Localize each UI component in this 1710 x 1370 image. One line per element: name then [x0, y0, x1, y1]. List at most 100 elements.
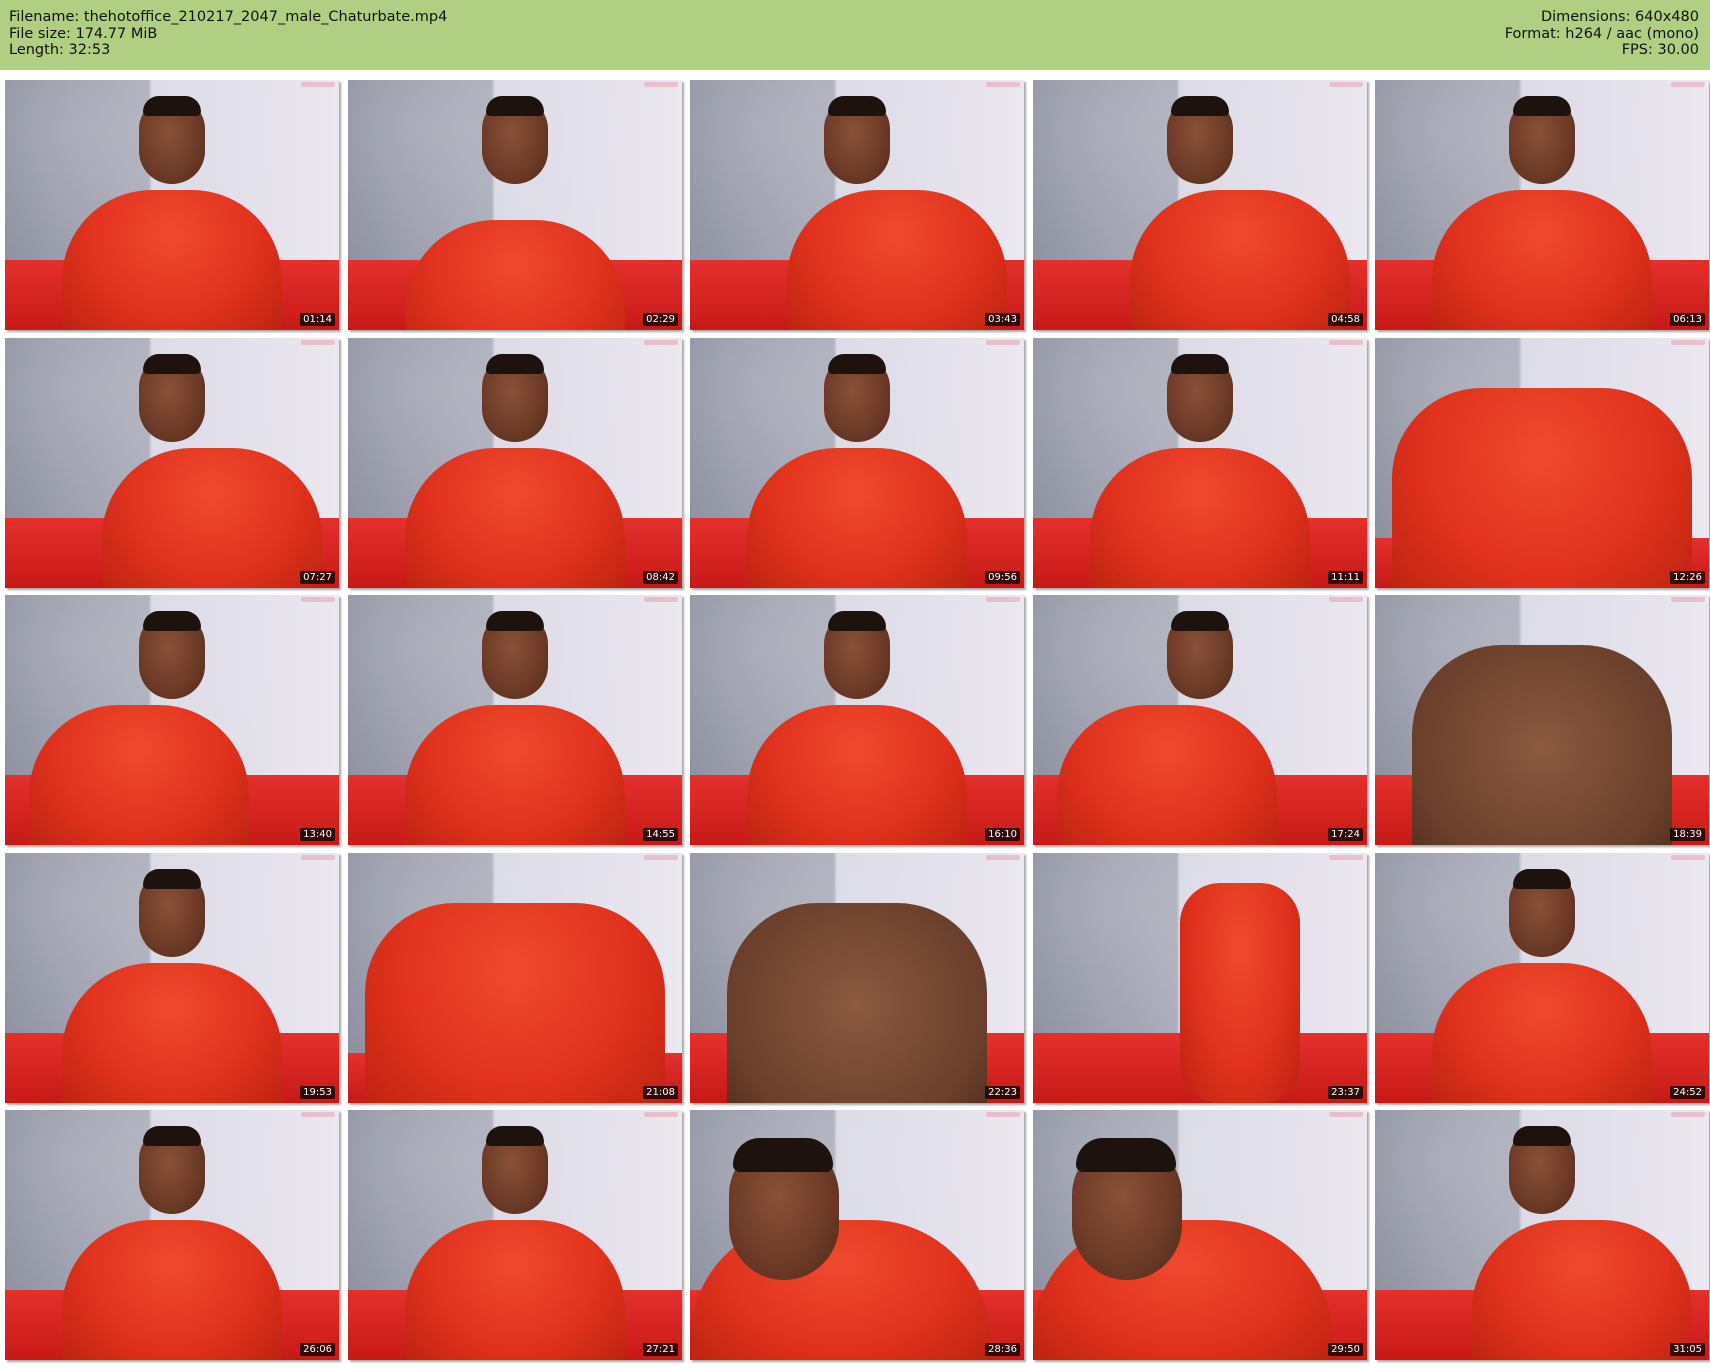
video-thumbnail[interactable]: 27:21 — [348, 1110, 682, 1360]
hair — [143, 611, 201, 631]
file-info: Filename: thehotoffice_210217_2047_male_… — [9, 9, 447, 59]
filesize-line: File size: 174.77 MiB — [9, 25, 158, 42]
watermark-logo — [1329, 82, 1363, 87]
thumbnail-timestamp: 11:11 — [1328, 571, 1363, 584]
video-thumbnail[interactable]: 08:42 — [348, 338, 682, 588]
hair — [143, 354, 201, 374]
person-torso — [1130, 190, 1351, 330]
thumbnail-timestamp: 04:58 — [1328, 313, 1363, 326]
video-thumbnail[interactable]: 19:53 — [5, 853, 339, 1103]
person-torso — [1056, 705, 1277, 845]
hair — [1075, 1138, 1176, 1172]
video-thumbnail[interactable]: 24:52 — [1375, 853, 1709, 1103]
watermark-logo — [1671, 855, 1705, 860]
person-head — [139, 1126, 205, 1214]
person-head — [824, 354, 890, 442]
person-head — [482, 1126, 548, 1214]
thumbnail-timestamp: 16:10 — [985, 828, 1020, 841]
video-thumbnail[interactable]: 16:10 — [690, 595, 1024, 845]
thumbnail-timestamp: 08:42 — [643, 571, 678, 584]
watermark-logo — [301, 340, 335, 345]
video-thumbnail[interactable]: 22:23 — [690, 853, 1024, 1103]
video-thumbnail[interactable]: 13:40 — [5, 595, 339, 845]
hair — [143, 1126, 201, 1146]
hair — [486, 96, 544, 116]
hair — [1171, 611, 1229, 631]
person-head — [139, 354, 205, 442]
thumbnail-timestamp: 06:13 — [1670, 313, 1705, 326]
hair — [1171, 354, 1229, 374]
person-torso — [747, 705, 967, 845]
video-thumbnail[interactable]: 18:39 — [1375, 595, 1709, 845]
watermark-logo — [301, 597, 335, 602]
video-thumbnail[interactable]: 02:29 — [348, 80, 682, 330]
watermark-logo — [1671, 340, 1705, 345]
watermark-logo — [986, 855, 1020, 860]
person-head — [1509, 869, 1575, 957]
video-thumbnail[interactable]: 11:11 — [1033, 338, 1367, 588]
video-thumbnail[interactable]: 06:13 — [1375, 80, 1709, 330]
length-line: Length: 32:53 — [9, 42, 111, 58]
person-head — [824, 611, 890, 699]
video-info: Dimensions: 640x480 Format: h264 / aac (… — [1505, 9, 1699, 59]
video-thumbnail[interactable]: 09:56 — [690, 338, 1024, 588]
thumbnail-timestamp: 21:08 — [643, 1086, 678, 1099]
video-thumbnail[interactable]: 29:50 — [1033, 1110, 1367, 1360]
video-thumbnail[interactable]: 28:36 — [690, 1110, 1024, 1360]
watermark-logo — [1329, 1112, 1363, 1117]
watermark-logo — [644, 1112, 678, 1117]
video-thumbnail[interactable]: 17:24 — [1033, 595, 1367, 845]
person-head — [482, 96, 548, 184]
person-head — [482, 611, 548, 699]
info-header: Filename: thehotoffice_210217_2047_male_… — [0, 0, 1710, 70]
watermark-logo — [986, 82, 1020, 87]
person-head — [482, 354, 548, 442]
watermark-logo — [1329, 340, 1363, 345]
thumbnail-timestamp: 12:26 — [1670, 571, 1705, 584]
video-thumbnail[interactable]: 14:55 — [348, 595, 682, 845]
thumbnail-timestamp: 19:53 — [300, 1086, 335, 1099]
watermark-logo — [1671, 597, 1705, 602]
video-thumbnail[interactable]: 03:43 — [690, 80, 1024, 330]
person-torso — [405, 448, 625, 588]
hair — [143, 869, 201, 889]
watermark-logo — [1329, 597, 1363, 602]
video-thumbnail[interactable]: 07:27 — [5, 338, 339, 588]
watermark-logo — [986, 340, 1020, 345]
hair — [486, 611, 544, 631]
thumbnail-timestamp: 27:21 — [643, 1343, 678, 1356]
watermark-logo — [301, 1112, 335, 1117]
watermark-logo — [644, 597, 678, 602]
thumbnail-timestamp: 03:43 — [985, 313, 1020, 326]
watermark-logo — [986, 597, 1020, 602]
person-head — [1167, 354, 1233, 442]
person-head — [1071, 1138, 1182, 1280]
person-torso — [28, 705, 249, 845]
thumbnail-timestamp: 07:27 — [300, 571, 335, 584]
video-thumbnail[interactable]: 26:06 — [5, 1110, 339, 1360]
thumbnail-timestamp: 29:50 — [1328, 1343, 1363, 1356]
thumbnail-timestamp: 13:40 — [300, 828, 335, 841]
hair — [1513, 96, 1571, 116]
person-torso — [1090, 448, 1310, 588]
video-thumbnail[interactable]: 01:14 — [5, 80, 339, 330]
video-thumbnail[interactable]: 12:26 — [1375, 338, 1709, 588]
thumbnail-timestamp: 22:23 — [985, 1086, 1020, 1099]
person-torso — [1432, 190, 1652, 330]
filename-line: Filename: thehotoffice_210217_2047_male_… — [9, 9, 448, 25]
hair — [1171, 96, 1229, 116]
person-torso — [1412, 645, 1672, 845]
hair — [828, 354, 886, 374]
watermark-logo — [1671, 82, 1705, 87]
watermark-logo — [986, 1112, 1020, 1117]
person-torso — [1432, 963, 1652, 1103]
fps-line: FPS: 30.00 — [1621, 42, 1699, 58]
video-thumbnail[interactable]: 31:05 — [1375, 1110, 1709, 1360]
video-thumbnail[interactable]: 23:37 — [1033, 853, 1367, 1103]
person-head — [824, 96, 890, 184]
thumbnail-timestamp: 01:14 — [300, 313, 335, 326]
video-thumbnail[interactable]: 04:58 — [1033, 80, 1367, 330]
video-thumbnail[interactable]: 21:08 — [348, 853, 682, 1103]
thumbnail-timestamp: 26:06 — [300, 1343, 335, 1356]
thumbnail-timestamp: 18:39 — [1670, 828, 1705, 841]
